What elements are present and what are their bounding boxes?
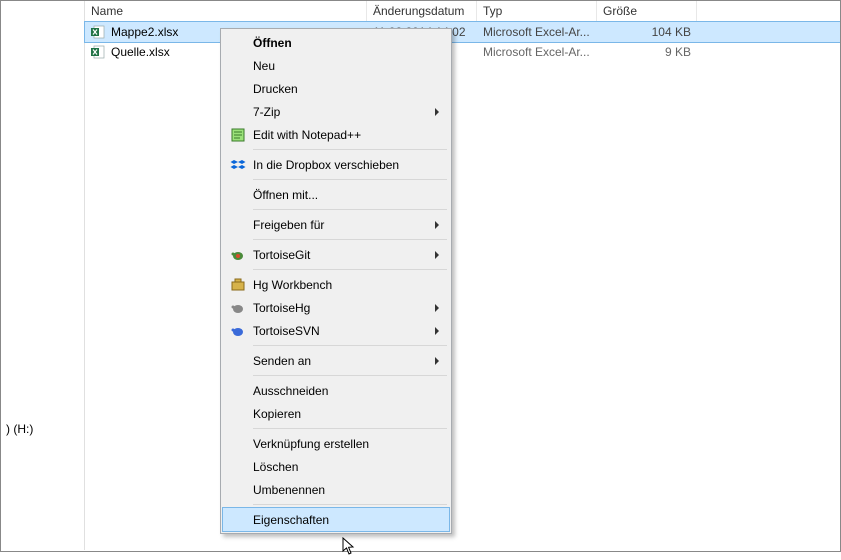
submenu-arrow-icon	[435, 108, 439, 116]
menu-open-with[interactable]: Öffnen mit...	[223, 183, 449, 206]
col-name-header[interactable]: Name	[85, 0, 367, 21]
menu-separator	[253, 428, 447, 429]
menu-separator	[253, 239, 447, 240]
submenu-arrow-icon	[435, 357, 439, 365]
menu-tortoisehg[interactable]: TortoiseHg	[223, 296, 449, 319]
menu-open[interactable]: Öffnen	[223, 31, 449, 54]
menu-dropbox[interactable]: In die Dropbox verschieben	[223, 153, 449, 176]
submenu-arrow-icon	[435, 304, 439, 312]
file-type: Microsoft Excel-Ar...	[477, 22, 597, 42]
menu-rename[interactable]: Umbenennen	[223, 478, 449, 501]
col-size-header[interactable]: Größe	[597, 0, 697, 21]
menu-copy[interactable]: Kopieren	[223, 402, 449, 425]
file-type: Microsoft Excel-Ar...	[477, 42, 597, 62]
menu-separator	[253, 179, 447, 180]
menu-send-to[interactable]: Senden an	[223, 349, 449, 372]
menu-new[interactable]: Neu	[223, 54, 449, 77]
menu-print[interactable]: Drucken	[223, 77, 449, 100]
column-header-row: Name Änderungsdatum Typ Größe	[85, 0, 841, 22]
menu-delete[interactable]: Löschen	[223, 455, 449, 478]
menu-separator	[253, 149, 447, 150]
file-name: Quelle.xlsx	[111, 45, 170, 59]
menu-separator	[253, 209, 447, 210]
submenu-arrow-icon	[435, 327, 439, 335]
menu-share[interactable]: Freigeben für	[223, 213, 449, 236]
menu-tortoisegit[interactable]: TortoiseGit	[223, 243, 449, 266]
file-row[interactable]: Mappe2.xlsx 11.02.2014 14:02 Microsoft E…	[85, 22, 841, 42]
tortoisehg-icon	[229, 299, 247, 317]
menu-separator	[253, 345, 447, 346]
hg-workbench-icon	[229, 276, 247, 294]
submenu-arrow-icon	[435, 251, 439, 259]
menu-separator	[253, 504, 447, 505]
notepadpp-icon	[229, 126, 247, 144]
excel-file-icon	[91, 25, 105, 39]
menu-edit-npp[interactable]: Edit with Notepad++	[223, 123, 449, 146]
menu-tortoisesvn[interactable]: TortoiseSVN	[223, 319, 449, 342]
menu-7zip[interactable]: 7-Zip	[223, 100, 449, 123]
tree-drive-item[interactable]: ) (H:)	[6, 420, 84, 438]
col-date-header[interactable]: Änderungsdatum	[367, 0, 477, 21]
col-type-header[interactable]: Typ	[477, 0, 597, 21]
menu-create-shortcut[interactable]: Verknüpfung erstellen	[223, 432, 449, 455]
file-size: 104 KB	[597, 22, 697, 42]
menu-hg-workbench[interactable]: Hg Workbench	[223, 273, 449, 296]
menu-separator	[253, 375, 447, 376]
file-name: Mappe2.xlsx	[111, 25, 178, 39]
context-menu: Öffnen Neu Drucken 7-Zip Edit with Notep…	[220, 28, 452, 534]
menu-properties[interactable]: Eigenschaften	[223, 508, 449, 531]
menu-separator	[253, 269, 447, 270]
tortoisegit-icon	[229, 246, 247, 264]
excel-file-icon	[91, 45, 105, 59]
submenu-arrow-icon	[435, 221, 439, 229]
dropbox-icon	[229, 156, 247, 174]
file-row[interactable]: Quelle.xlsx Microsoft Excel-Ar... 9 KB	[85, 42, 841, 62]
menu-cut[interactable]: Ausschneiden	[223, 379, 449, 402]
tortoisesvn-icon	[229, 322, 247, 340]
file-size: 9 KB	[597, 42, 697, 62]
